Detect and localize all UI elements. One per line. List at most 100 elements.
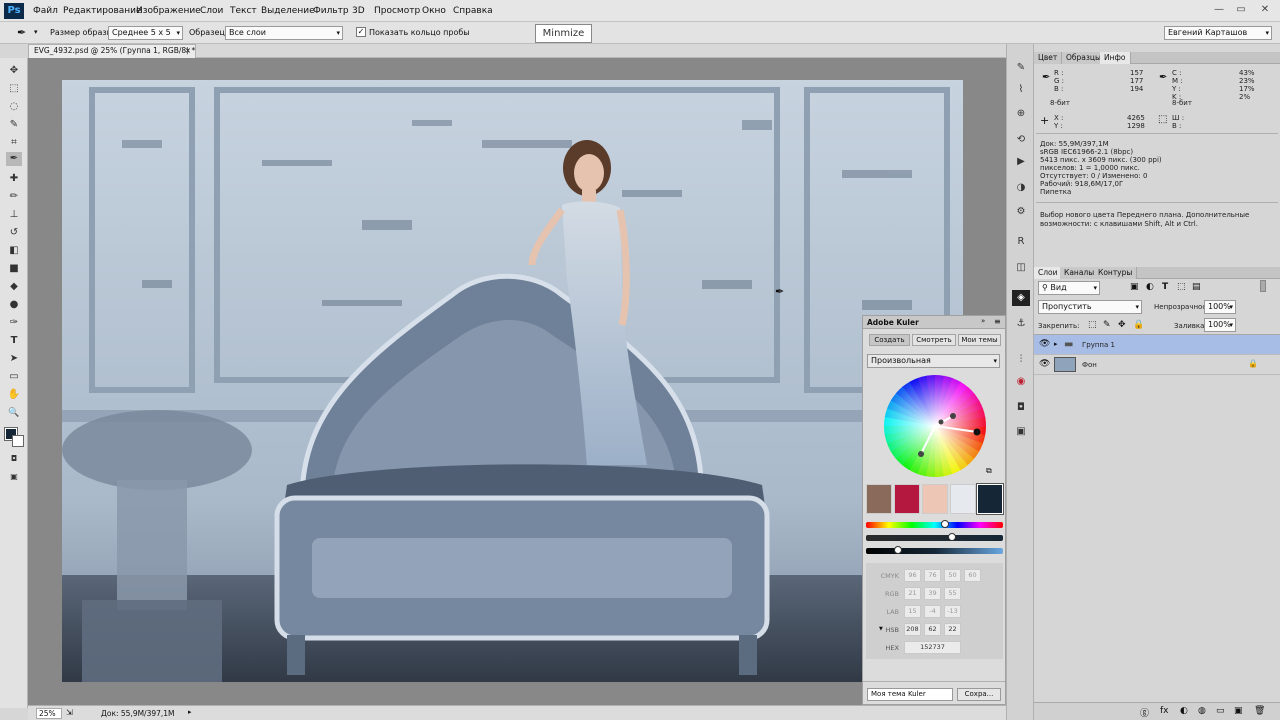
layer-row-background[interactable]: 👁 Фон 🔒 (1034, 355, 1280, 375)
rgb-value[interactable]: 39 (924, 587, 941, 600)
export-icon[interactable]: ⇲ (66, 708, 73, 717)
menu-window[interactable]: Окно (422, 6, 446, 16)
filter-toggle[interactable] (1260, 280, 1266, 292)
layer-filter-select[interactable]: ⚲ Вид ▾ (1038, 281, 1100, 295)
link-layers-icon[interactable]: ⓖ (1140, 706, 1149, 719)
actions-play-icon[interactable]: ▶ (1012, 154, 1030, 170)
blur-tool-icon[interactable]: ◆ (6, 280, 22, 294)
blend-mode-select[interactable]: Пропустить ▾ (1038, 300, 1142, 314)
lab-value[interactable]: 15 (904, 605, 921, 618)
lasso-tool-icon[interactable]: ◌ (6, 100, 22, 114)
trash-icon[interactable]: 🗑 (1254, 706, 1265, 716)
screen-mode-icon[interactable]: ▣ (6, 470, 22, 484)
kuler-swatch-1[interactable] (866, 484, 892, 514)
brightness-slider[interactable] (866, 546, 1003, 554)
tab-layers[interactable]: Слои (1034, 267, 1063, 279)
kuler-tab-explore[interactable]: Смотреть (912, 334, 956, 346)
filter-type-icon[interactable]: T (1162, 282, 1168, 292)
hsb-value[interactable]: 62 (924, 623, 941, 636)
stamp-tool-icon[interactable]: ⊥ (6, 208, 22, 222)
wheel-handle[interactable] (918, 451, 924, 457)
menu-icon[interactable]: ≡ (994, 317, 1001, 326)
new-group-icon[interactable]: ▭ (1216, 706, 1225, 716)
menu-image[interactable]: Изображение (136, 6, 201, 16)
chevron-right-icon[interactable]: ▸ (188, 708, 192, 716)
menu-3d[interactable]: 3D (352, 6, 365, 16)
lock-pixels-icon[interactable]: ✎ (1103, 320, 1111, 330)
history-brush-icon[interactable]: ↺ (6, 226, 22, 240)
lock-all-icon[interactable]: 🔒 (1133, 320, 1144, 330)
document-tab[interactable]: EVG_4932.psd @ 25% (Группа 1, RGB/8) * × (28, 44, 196, 58)
wheel-handle[interactable] (938, 419, 944, 425)
sample-size-select[interactable]: Среднее 5 x 5 ▾ (108, 26, 183, 40)
eye-icon[interactable]: 👁 (1039, 359, 1050, 369)
adjustments-icon[interactable]: ◑ (1012, 180, 1030, 196)
save-theme-button[interactable]: Сохра... (957, 688, 1001, 701)
saturation-slider[interactable] (866, 533, 1003, 541)
tab-color[interactable]: Цвет (1034, 52, 1063, 64)
brush-tool-icon[interactable]: ✏ (6, 190, 22, 204)
camera-raw-icon[interactable]: ◉ (1012, 374, 1030, 390)
kuler-tab-create[interactable]: Создать (869, 334, 910, 346)
close-icon[interactable]: × (185, 45, 191, 57)
lab-value[interactable]: -4 (924, 605, 941, 618)
eraser-tool-icon[interactable]: ◧ (6, 244, 22, 258)
sample-select[interactable]: Все слои ▾ (225, 26, 343, 40)
move-tool-icon[interactable]: ✥ (6, 64, 22, 78)
filter-adjust-icon[interactable]: ◐ (1146, 282, 1154, 292)
properties-icon[interactable]: ⚙ (1012, 204, 1030, 220)
eyedropper-tool-icon[interactable]: ✒ (6, 152, 22, 166)
color-wheel[interactable] (883, 374, 987, 478)
slider-knob[interactable] (948, 533, 956, 541)
cmyk-value[interactable]: 96 (904, 569, 921, 582)
pen-tool-icon[interactable]: ✑ (6, 316, 22, 330)
chevron-right-icon[interactable]: ▸ (1054, 340, 1058, 348)
menu-edit[interactable]: Редактирование (63, 6, 142, 16)
collapse-icon[interactable]: » (981, 317, 985, 325)
wheel-handle[interactable] (950, 413, 956, 419)
tab-paths[interactable]: Контуры (1094, 267, 1138, 279)
brush-panel-icon[interactable]: ⌇ (1012, 82, 1030, 98)
kuler-titlebar[interactable]: Adobe Kuler » ≡ (863, 316, 1005, 329)
glyph-panel-icon[interactable]: ◫ (1012, 260, 1030, 276)
rgb-value[interactable]: 21 (904, 587, 921, 600)
lab-value[interactable]: -13 (944, 605, 961, 618)
eyedropper-preset-icon[interactable]: ✒ (17, 26, 26, 39)
wheel-handle[interactable] (973, 428, 981, 436)
lock-position-icon[interactable]: ✥ (1118, 320, 1126, 330)
theme-name-input[interactable]: Моя тема Kuler (867, 688, 953, 701)
kuler-icon[interactable]: ◈ (1012, 290, 1030, 306)
layer-row-group1[interactable]: 👁 ▸ ▬ Группа 1 (1034, 335, 1280, 355)
rgb-value[interactable]: 55 (944, 587, 961, 600)
gradient-tool-icon[interactable]: ■ (6, 262, 22, 276)
dodge-tool-icon[interactable]: ● (6, 298, 22, 312)
adjustment-layer-icon[interactable]: ◍ (1198, 706, 1206, 716)
filter-pixel-icon[interactable]: ▣ (1130, 282, 1139, 292)
instagram-icon[interactable]: ◘ (1012, 400, 1030, 416)
kuler-swatch-3[interactable] (922, 484, 948, 514)
styles-icon[interactable]: ⚓ (1012, 316, 1030, 332)
lock-transparency-icon[interactable]: ⬚ (1088, 320, 1097, 330)
workspace-user-select[interactable]: Евгений Карташов ▾ (1164, 26, 1272, 40)
cmyk-value[interactable]: 76 (924, 569, 941, 582)
opacity-field[interactable]: 100% ▾ (1204, 300, 1236, 314)
brush-preset-icon[interactable]: ✎ (1012, 60, 1030, 76)
filter-shape-icon[interactable]: ⬚ (1177, 282, 1186, 292)
cmyk-value[interactable]: 50 (944, 569, 961, 582)
crop-tool-icon[interactable]: ⌗ (6, 136, 22, 150)
menu-help[interactable]: Справка (453, 6, 493, 16)
quick-select-tool-icon[interactable]: ✎ (6, 118, 22, 132)
fx-icon[interactable]: fx (1160, 706, 1169, 716)
new-layer-icon[interactable]: ▣ (1234, 706, 1243, 716)
slider-knob[interactable] (894, 546, 902, 554)
hex-value[interactable]: 152737 (904, 641, 961, 654)
kuler-swatch-5[interactable] (976, 483, 1004, 515)
menu-filter[interactable]: Фильтр (313, 6, 349, 16)
shape-tool-icon[interactable]: ▭ (6, 370, 22, 384)
background-color-swatch[interactable] (12, 435, 24, 447)
wheel-options-icon[interactable]: ⧉ (986, 466, 992, 476)
zoom-tool-icon[interactable]: 🔍 (6, 406, 22, 420)
menu-file[interactable]: Файл (33, 6, 58, 16)
menu-type[interactable]: Текст (230, 6, 257, 16)
menu-view[interactable]: Просмотр (374, 6, 420, 16)
